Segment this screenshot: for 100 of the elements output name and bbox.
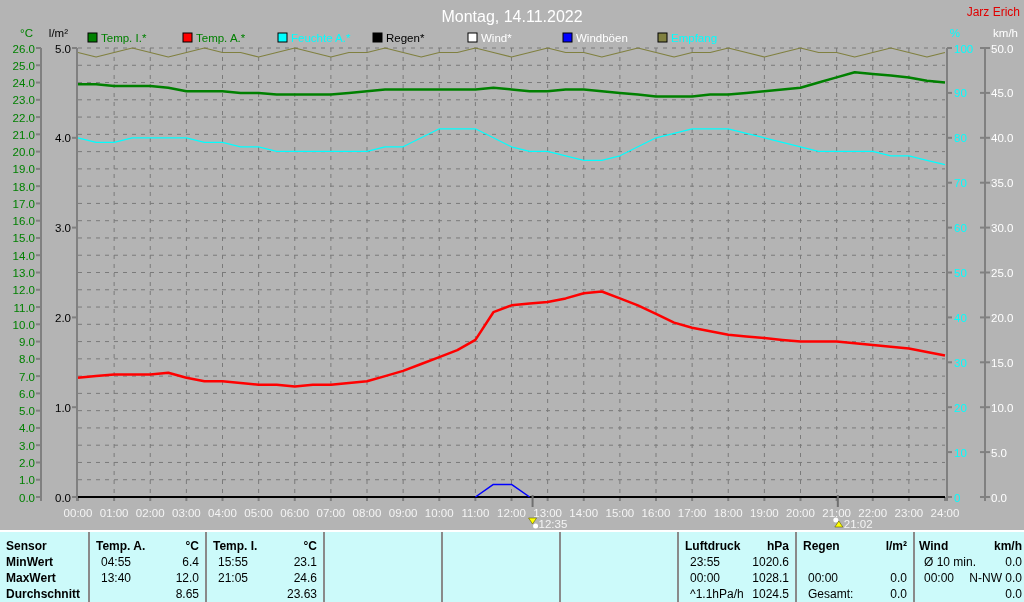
chart-title: Montag, 14.11.2022 — [441, 8, 583, 25]
axis-label: 30 — [954, 356, 967, 369]
axis-label: 15:00 — [605, 507, 635, 519]
row-label: MaxWert — [6, 570, 57, 586]
axis-label: 80 — [954, 132, 967, 145]
table-cell: 23.1 — [293, 554, 317, 570]
table-cell-text: 00:00 — [689, 570, 721, 586]
axis-label: 26.0 — [12, 42, 35, 55]
axis-label: 5.0 — [991, 446, 1007, 459]
table-cell: 0.0 — [1005, 586, 1022, 602]
legend-label: Wind* — [481, 32, 512, 44]
column-title: Temp. I. — [213, 538, 258, 554]
axis-label: 3.0 — [55, 222, 71, 235]
axis-label: 13.0 — [12, 267, 35, 279]
table-cell-text: 23:55 — [689, 554, 721, 570]
axis-label: 5.0 — [55, 42, 71, 55]
axis-label: 12:00 — [497, 507, 526, 519]
axis-label: 23:00 — [894, 507, 924, 519]
axis-label: 2.0 — [19, 456, 35, 469]
axis-label: 4.0 — [55, 132, 71, 145]
legend-label: Temp. A.* — [196, 32, 246, 44]
axis-label: 1.0 — [55, 401, 71, 414]
axis-label: 20:00 — [786, 507, 815, 519]
table-cell: 6.4 — [182, 554, 199, 570]
legend-label: Empfang — [671, 32, 718, 44]
column-unit: °C — [185, 538, 199, 554]
table-cell-text: 04:55 — [100, 554, 132, 570]
axis-label: 23.0 — [12, 94, 35, 107]
axis-title: l/m² — [48, 27, 68, 39]
axis-label: 24.0 — [12, 77, 35, 90]
axis-label: 24:00 — [930, 507, 960, 519]
axis-label: 18.0 — [12, 180, 35, 193]
axis-label: 5.0 — [19, 405, 35, 418]
table-cell-text: 21:05 — [217, 570, 249, 586]
axis-label: 21.0 — [12, 128, 35, 141]
axis-label: 50 — [954, 267, 967, 279]
axis-label: 1.0 — [19, 474, 35, 487]
axis-label: 100 — [954, 42, 974, 55]
axis-label: 10.0 — [991, 401, 1014, 414]
axis-label: 30.0 — [991, 222, 1014, 235]
axis-label: 22.0 — [12, 111, 35, 124]
axis-label: 0.0 — [55, 491, 71, 504]
legend-label: Windböen — [576, 32, 628, 44]
table-cell: 1024.5 — [752, 586, 789, 602]
axis-title: °C — [20, 27, 33, 39]
axis-label: 3.0 — [19, 439, 35, 452]
axis-label: 18:00 — [713, 507, 743, 519]
axis-label: 19:00 — [750, 507, 779, 519]
axis-label: 04:00 — [208, 507, 237, 519]
table-cell: 8.65 — [175, 586, 199, 602]
axis-label: 45.0 — [991, 87, 1014, 100]
marker-time: 12:35 — [538, 518, 568, 530]
table-cell-text: ^1.1hPa/h — [689, 586, 744, 602]
column-title: Wind — [919, 538, 949, 554]
axis-label: 35.0 — [991, 177, 1014, 190]
column-title: Luftdruck — [685, 538, 741, 554]
axis-label: 20.0 — [12, 146, 35, 159]
column-unit: km/h — [994, 538, 1022, 554]
axis-label: 0 — [954, 491, 961, 504]
table-cell: 0.0 — [890, 570, 907, 586]
axis-label: 0.0 — [991, 491, 1007, 504]
axis-label: 60 — [954, 222, 967, 235]
axis-label: 20.0 — [991, 311, 1014, 324]
column-title: Temp. A. — [96, 538, 146, 554]
arrow-dot-icon — [528, 517, 539, 529]
axis-label: 03:00 — [172, 507, 201, 519]
axis-label: 40 — [954, 311, 967, 324]
axis-label: 20 — [954, 401, 967, 414]
axis-label: 15.0 — [12, 232, 35, 245]
column-unit: l/m² — [885, 538, 907, 554]
axis-label: 11.0 — [13, 301, 35, 314]
table-cell-text: 15:55 — [217, 554, 249, 570]
axis-label: 11:00 — [461, 507, 490, 519]
axis-label: 9.0 — [19, 336, 35, 349]
axis-label: 7.0 — [19, 370, 35, 383]
axis-label: 01:00 — [99, 507, 129, 519]
axis-label: 12.0 — [12, 284, 35, 297]
column-title: Regen — [803, 538, 840, 554]
axis-label: 25.0 — [12, 59, 35, 72]
author-name: Jarz Erich — [966, 5, 1020, 19]
legend-label: Feuchte A.* — [291, 32, 351, 44]
axis-label: 0.0 — [19, 491, 35, 504]
axis-label: 50.0 — [991, 42, 1014, 55]
axis-label: 25.0 — [991, 267, 1014, 279]
table-cell: 0.0 — [1005, 554, 1022, 570]
axis-label: 10.0 — [12, 318, 35, 331]
axis-label: 21:00 — [822, 507, 851, 519]
axis-label: 05:00 — [244, 507, 273, 519]
table-cell: 24.6 — [293, 570, 317, 586]
axis-label: 40.0 — [991, 132, 1014, 145]
table-cell: N-NW 0.0 — [969, 570, 1022, 586]
table-cell: 1020.6 — [752, 554, 789, 570]
axis-label: 4.0 — [19, 422, 35, 435]
legend-label: Regen* — [386, 32, 425, 44]
axis-label: 14.0 — [12, 249, 35, 262]
axis-label: 70 — [954, 177, 967, 190]
axis-label: 09:00 — [388, 507, 418, 519]
axis-label: 19.0 — [12, 163, 35, 176]
row-label: MinWert — [6, 554, 55, 570]
axis-label: 07:00 — [316, 507, 346, 519]
